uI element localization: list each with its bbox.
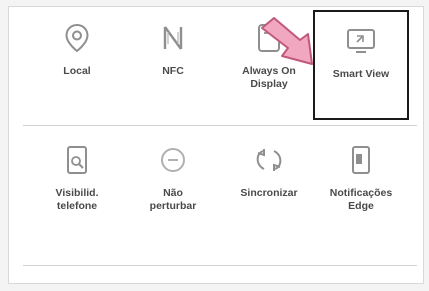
tile-location[interactable]: Local [29, 9, 125, 119]
phone-visibility-icon [60, 143, 94, 177]
tile-phone-visibility-label: Visibilid. telefone [55, 187, 99, 212]
tile-edge-notifications[interactable]: Notificações Edge [313, 131, 409, 241]
row-divider [23, 125, 417, 126]
tile-sync-label: Sincronizar [240, 187, 298, 199]
location-icon [60, 21, 94, 55]
tile-sync[interactable]: Sincronizar [221, 131, 317, 241]
smart-view-icon [344, 24, 378, 58]
tile-do-not-disturb[interactable]: Não perturbar [125, 131, 221, 241]
tile-location-label: Local [63, 65, 91, 77]
bottom-divider [23, 265, 417, 266]
tile-nfc-label: NFC [162, 65, 184, 77]
tile-edge-notifications-label: Notificações Edge [329, 187, 393, 212]
pointer-arrow-icon [261, 17, 313, 65]
tile-smart-view-label: Smart View [332, 68, 390, 80]
nfc-icon [156, 21, 190, 55]
do-not-disturb-icon [156, 143, 190, 177]
tile-nfc[interactable]: NFC [125, 9, 221, 119]
sync-icon [252, 143, 286, 177]
tile-do-not-disturb-label: Não perturbar [149, 187, 197, 212]
tile-phone-visibility[interactable]: Visibilid. telefone [29, 131, 125, 241]
quick-settings-panel: Local NFC Always On Display Smart View V… [8, 6, 424, 284]
edge-notifications-icon [344, 143, 378, 177]
